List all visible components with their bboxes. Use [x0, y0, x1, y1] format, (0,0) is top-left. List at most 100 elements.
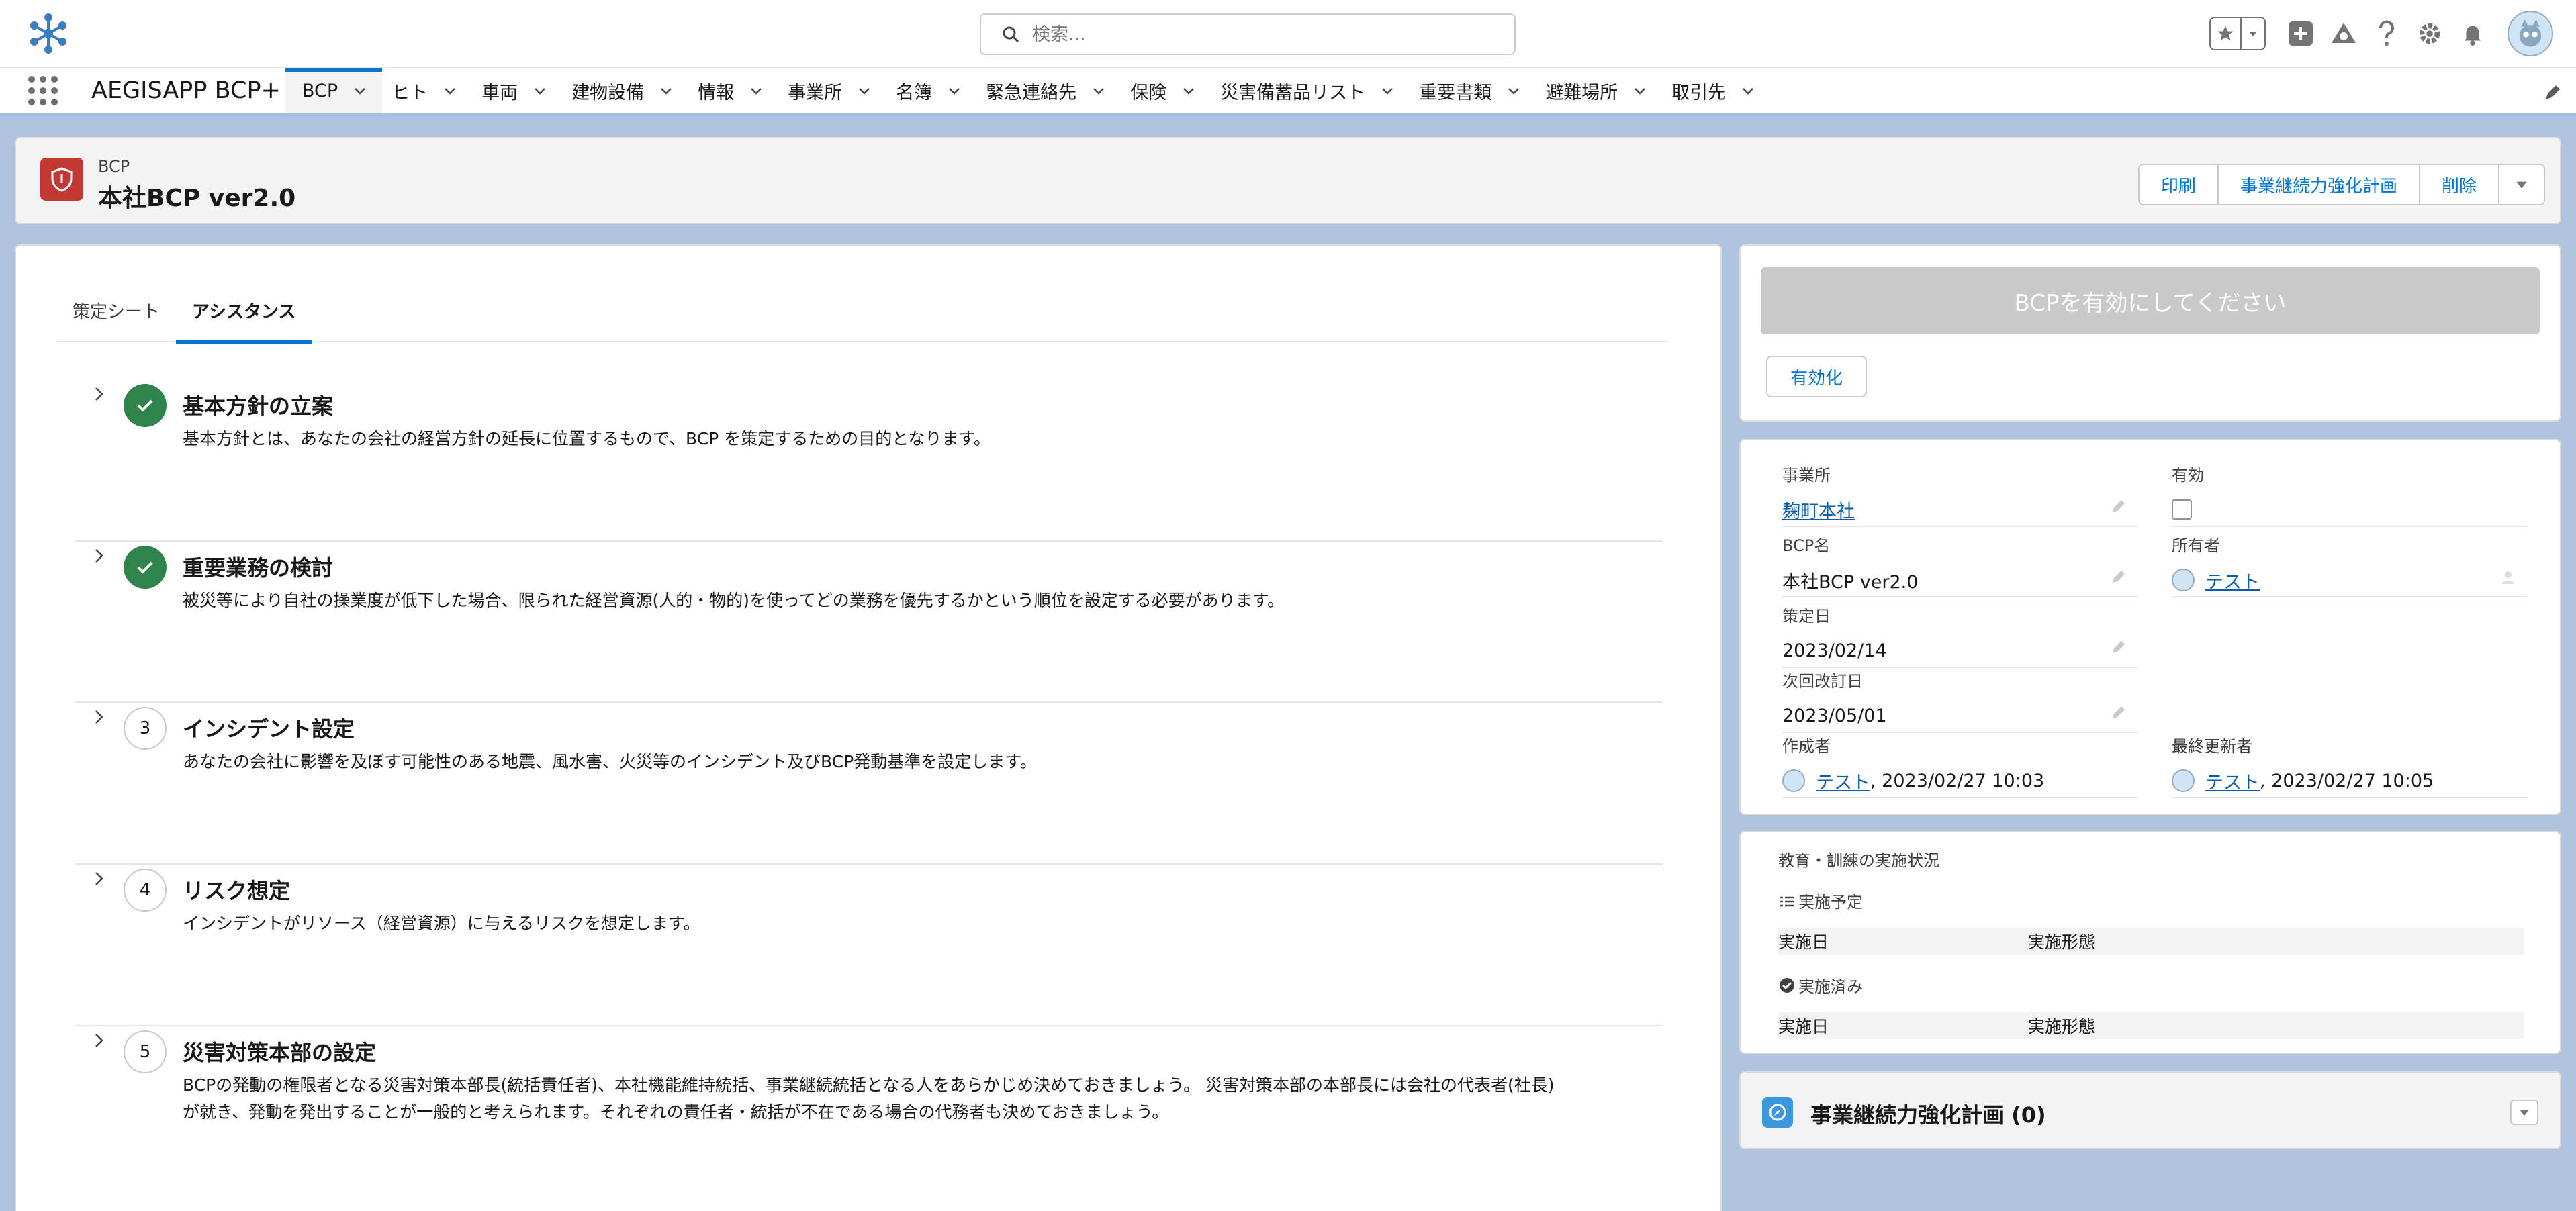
owner-link[interactable]: テスト — [2205, 567, 2260, 593]
setup-gear-icon[interactable] — [2415, 19, 2444, 48]
edit-pencil-icon[interactable] — [2110, 704, 2127, 721]
global-header — [0, 0, 2576, 68]
favorites-menu-icon[interactable] — [2242, 18, 2264, 49]
business-continuity-plan-button[interactable]: 事業継続力強化計画 — [2218, 165, 2420, 204]
nav-item-5[interactable]: 事業所 — [788, 68, 886, 113]
created-by-link[interactable]: テスト — [1816, 768, 1870, 794]
search-input[interactable] — [1032, 23, 1502, 45]
nav-item-label: 事業所 — [788, 82, 843, 103]
nav-item-6[interactable]: 名簿 — [896, 68, 976, 113]
chevron-down-icon[interactable] — [353, 83, 367, 98]
chevron-down-icon[interactable] — [1506, 83, 1521, 98]
more-actions-chevron-down-icon[interactable] — [2499, 165, 2544, 204]
chevron-right-icon[interactable] — [90, 1032, 107, 1049]
chevron-down-icon[interactable] — [1091, 83, 1106, 98]
chevron-down-icon[interactable] — [1181, 83, 1196, 98]
step-description: 被災等により自社の操業度が低下した場合、限られた経営資源(人的・物的)を使ってど… — [183, 591, 1285, 610]
app-launcher-icon[interactable] — [0, 68, 86, 113]
edit-pencil-icon[interactable] — [2110, 497, 2127, 515]
tab-assistance[interactable]: アシスタンス — [176, 285, 312, 344]
owner-avatar — [2172, 569, 2195, 591]
chevron-down-icon[interactable] — [1380, 83, 1395, 98]
chevron-down-icon[interactable] — [1741, 83, 1755, 98]
help-icon[interactable] — [2372, 19, 2401, 48]
related-plan-card: 事業継続力強化計画 (0) — [1739, 1071, 2561, 1149]
chevron-down-icon[interactable] — [1632, 83, 1647, 98]
tab-formulation-sheet[interactable]: 策定シート — [56, 285, 176, 342]
created-by-avatar — [1782, 769, 1805, 792]
nav-item-4[interactable]: 情報 — [698, 68, 778, 113]
user-avatar[interactable] — [2508, 11, 2553, 56]
chevron-right-icon[interactable] — [90, 385, 107, 403]
assistance-step: 4 リスク想定 インシデントがリソース（経営資源）に与えるリスクを想定します。 — [75, 865, 1663, 1026]
nav-items: BCP ヒト 車両 建物設備 情報 事業所 名簿 緊急連絡先 保険 災害備蓄品リスト 重要書類 避難場… — [285, 68, 1780, 113]
step-title[interactable]: 基本方針の立案 — [183, 389, 333, 420]
chevron-right-icon[interactable] — [90, 708, 107, 726]
bcp-name-field: BCP名 本社BCP ver2.0 — [1782, 532, 2138, 597]
global-search[interactable] — [980, 13, 1516, 55]
related-list-menu-chevron-down-icon[interactable] — [2510, 1100, 2538, 1125]
column-header-form: 実施形態 — [2028, 1017, 2096, 1036]
change-owner-icon[interactable] — [2499, 568, 2517, 585]
nav-item-7[interactable]: 緊急連絡先 — [986, 68, 1121, 113]
chevron-down-icon[interactable] — [947, 83, 962, 98]
next-revision-value: 2023/05/01 — [1782, 705, 1887, 726]
chevron-down-icon[interactable] — [443, 83, 457, 98]
related-plan-title[interactable]: 事業継続力強化計画 (0) — [1810, 1098, 2046, 1129]
step-title[interactable]: 災害対策本部の設定 — [183, 1036, 376, 1067]
bcp-shield-icon — [40, 158, 83, 201]
nav-item-8[interactable]: 保険 — [1130, 68, 1211, 113]
nav-item-11[interactable]: 避難場所 — [1545, 68, 1662, 113]
assistance-step: 重要業務の検討被災等により自社の操業度が低下した場合、限られた経営資源(人的・物… — [75, 542, 1663, 703]
chevron-down-icon[interactable] — [533, 83, 547, 98]
step-title[interactable]: リスク想定 — [183, 874, 290, 905]
delete-button[interactable]: 削除 — [2420, 165, 2499, 204]
chevron-right-icon[interactable] — [90, 870, 107, 887]
nav-item-label: 保険 — [1130, 82, 1167, 103]
nav-item-label: ヒト — [392, 82, 428, 103]
active-field: 有効 — [2172, 462, 2528, 527]
step-title[interactable]: 重要業務の検討 — [183, 551, 333, 582]
completed-table-header: 実施日 実施形態 — [1778, 1012, 2524, 1039]
nav-item-2[interactable]: 車両 — [481, 68, 562, 113]
edit-pencil-icon[interactable] — [2110, 568, 2127, 585]
formulated-date-label: 策定日 — [1782, 607, 1831, 626]
nav-item-label: 避難場所 — [1545, 82, 1618, 103]
nav-item-12[interactable]: 取引先 — [1671, 68, 1770, 113]
notifications-bell-icon[interactable] — [2458, 19, 2487, 48]
nav-item-0[interactable]: BCP — [285, 68, 383, 113]
nav-item-1[interactable]: ヒト — [392, 68, 472, 113]
edit-pencil-icon[interactable] — [2110, 638, 2127, 656]
office-link[interactable]: 麹町本社 — [1782, 497, 1855, 523]
edit-nav-pencil-icon[interactable] — [2542, 83, 2563, 103]
print-button[interactable]: 印刷 — [2139, 165, 2219, 204]
activate-button[interactable]: 有効化 — [1766, 356, 1868, 397]
step-title[interactable]: インシデント設定 — [183, 712, 355, 743]
active-checkbox[interactable] — [2172, 499, 2192, 520]
nav-item-label: 災害備蓄品リスト — [1220, 82, 1366, 103]
nav-item-9[interactable]: 災害備蓄品リスト — [1220, 68, 1410, 113]
nav-item-3[interactable]: 建物設備 — [571, 68, 688, 113]
step-description-line: が就き、発動を発出することが一般的と考えられます。それぞれの責任者・統括が不在で… — [183, 1102, 1169, 1122]
nav-item-label: BCP — [302, 80, 338, 101]
chevron-right-icon[interactable] — [90, 547, 107, 565]
step-description: BCPの発動の権限者となる災害対策本部長(統括責任者)、本社機能維持統括、事業継… — [183, 1072, 1620, 1126]
nav-item-label: 建物設備 — [571, 82, 645, 103]
modified-by-link[interactable]: テスト — [2205, 768, 2260, 794]
trailhead-icon[interactable] — [2329, 19, 2358, 48]
owner-label: 所有者 — [2172, 536, 2220, 555]
record-details-card: 事業所 麹町本社 有効 BCP名 本社BCP ver2.0 所有者 テスト 策定… — [1739, 439, 2561, 815]
nav-item-10[interactable]: 重要書類 — [1419, 68, 1536, 113]
training-status-card: 教育・訓練の実施状況 実施予定 実施日 実施形態 実施済み 実施日 実施形態 — [1739, 831, 2561, 1054]
app-logo-icon[interactable] — [24, 9, 73, 58]
chevron-down-icon[interactable] — [857, 83, 872, 98]
created-by-field: 作成者 テスト , 2023/02/27 10:03 — [1782, 733, 2138, 798]
step-description: 基本方針とは、あなたの会社の経営方針の延長に位置するもので、BCP を策定するた… — [183, 429, 991, 448]
favorites-star-icon[interactable] — [2211, 18, 2242, 49]
assistance-step: 3 インシデント設定 あなたの会社に影響を及ぼす可能性のある地震、風水害、火災等のイ… — [75, 703, 1663, 865]
add-icon[interactable] — [2286, 19, 2315, 48]
step-number-badge: 5 — [124, 1030, 167, 1073]
assistance-card: 策定シート アシスタンス 基本方針の立案基本方針とは、あなたの会社の経営方針の延… — [15, 244, 1722, 1211]
chevron-down-icon[interactable] — [659, 83, 674, 98]
chevron-down-icon[interactable] — [749, 83, 764, 98]
